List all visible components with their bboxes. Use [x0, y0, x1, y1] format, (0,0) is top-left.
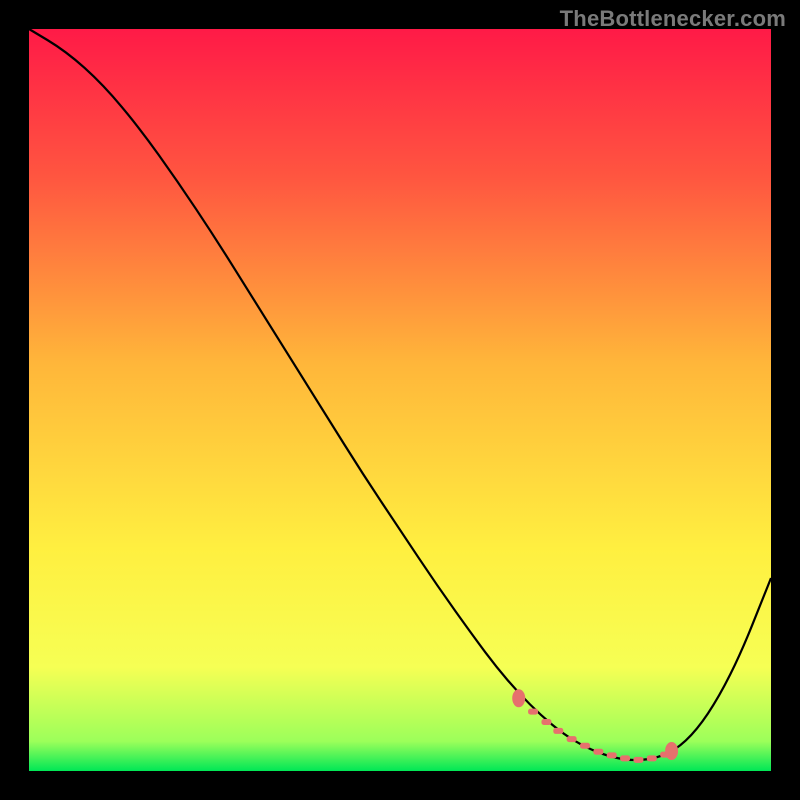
marker-dash-icon: [541, 719, 551, 725]
marker-dash-icon: [528, 709, 538, 715]
marker-dash-icon: [633, 757, 643, 763]
marker-dash-icon: [593, 749, 603, 755]
marker-end-icon: [512, 689, 525, 707]
marker-dash-icon: [580, 743, 590, 749]
bottleneck-chart: [0, 0, 800, 800]
marker-dash-icon: [620, 755, 630, 761]
marker-end-icon: [665, 742, 678, 760]
watermark-text: TheBottlenecker.com: [560, 6, 786, 32]
marker-dash-icon: [567, 736, 577, 742]
marker-dash-icon: [647, 755, 657, 761]
plot-background-gradient: [29, 29, 771, 771]
marker-dash-icon: [553, 728, 563, 734]
chart-container: TheBottlenecker.com: [0, 0, 800, 800]
marker-dash-icon: [607, 752, 617, 758]
